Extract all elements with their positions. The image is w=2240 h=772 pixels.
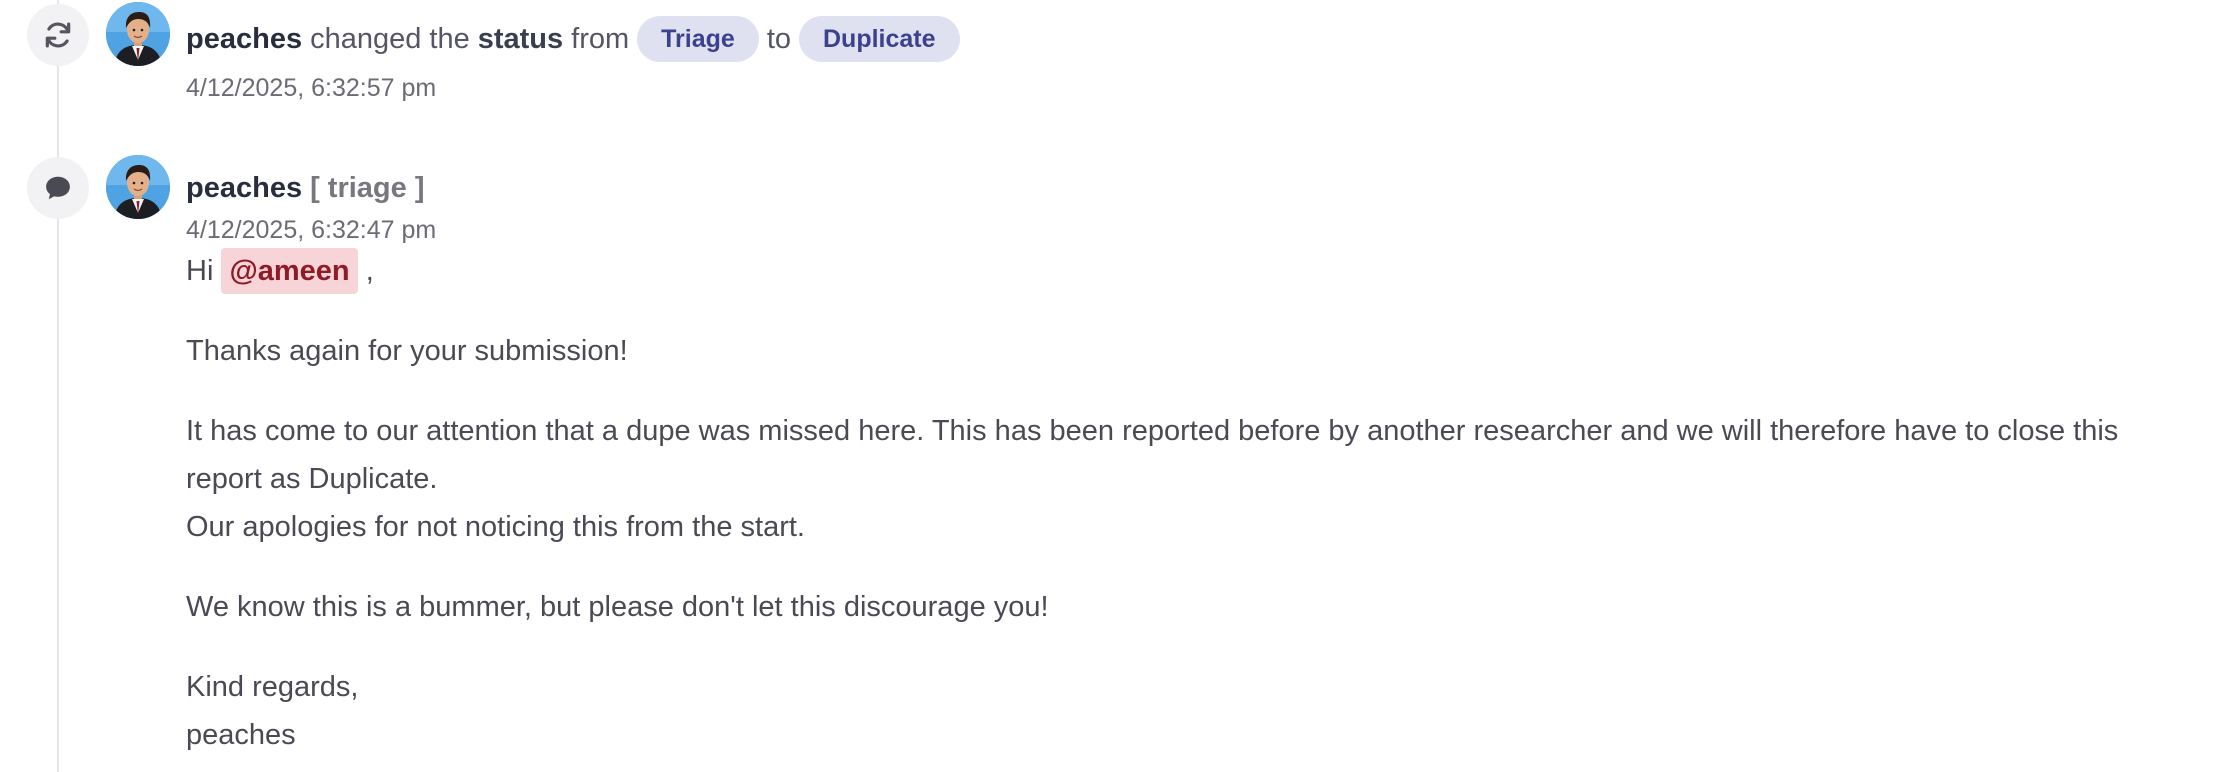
greeting-suffix: , (365, 255, 374, 287)
paragraph-thanks: Thanks again for your submission! (186, 335, 628, 367)
avatar[interactable] (106, 2, 170, 66)
refresh-icon (27, 4, 89, 66)
paragraph-line: report as Duplicate. (186, 463, 438, 495)
to-text: to (766, 23, 791, 55)
comment-content: peaches [ triage ] 4/12/2025, 6:32:47 pm… (186, 168, 2200, 759)
from-status-badge: Triage (637, 16, 759, 62)
avatar[interactable] (106, 155, 170, 219)
signature-block: Kind regards, peaches (186, 663, 2200, 759)
paragraph-line: Our apologies for not noticing this from… (186, 511, 805, 543)
role-tag: [ triage ] (310, 172, 425, 204)
username-link[interactable]: peaches (186, 168, 302, 208)
mention-tag[interactable]: @ameen (221, 248, 358, 294)
status-change-content: peaches changed the status from Triage t… (186, 16, 2200, 105)
status-change-line: peaches changed the status from Triage t… (186, 16, 2200, 62)
comment-header: peaches [ triage ] (186, 168, 2200, 208)
comment-timestamp[interactable]: 4/12/2025, 6:32:47 pm (186, 213, 2200, 247)
signature: peaches (186, 719, 296, 751)
paragraph-dupe: It has come to our attention that a dupe… (186, 407, 2200, 551)
paragraph-line: It has come to our attention that a dupe… (186, 415, 2119, 447)
comment-body: Hi @ameen , Thanks again for your submis… (186, 247, 2200, 759)
greeting-text: Hi (186, 255, 214, 287)
status-change-timestamp[interactable]: 4/12/2025, 6:32:57 pm (186, 71, 2200, 105)
from-text: from (571, 23, 630, 55)
changed-the-text: changed the (310, 23, 470, 55)
to-status-badge: Duplicate (799, 16, 960, 62)
timeline-line (57, 0, 59, 772)
sign-off: Kind regards, (186, 671, 359, 703)
comment-icon (27, 157, 89, 219)
username-link[interactable]: peaches (186, 19, 302, 59)
greeting-line: Hi @ameen , (186, 247, 2200, 295)
status-word: status (477, 23, 564, 55)
paragraph-encouragement: We know this is a bummer, but please don… (186, 591, 1049, 623)
